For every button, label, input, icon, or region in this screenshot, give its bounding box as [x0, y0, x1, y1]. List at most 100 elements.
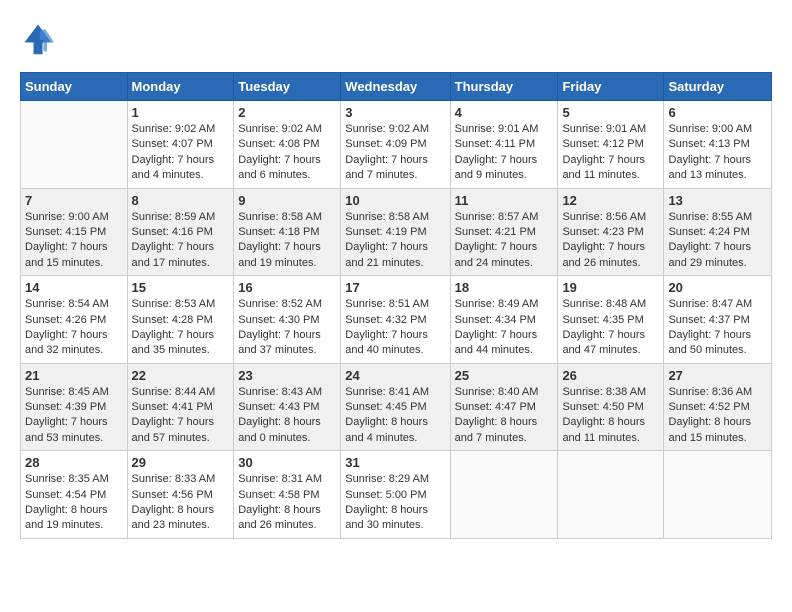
- day-detail: Sunrise: 9:02 AMSunset: 4:07 PMDaylight:…: [132, 122, 230, 184]
- calendar-cell: 15 Sunrise: 8:53 AMSunset: 4:28 PMDayligh…: [127, 276, 234, 364]
- day-detail: Sunrise: 8:35 AMSunset: 4:54 PMDaylight:…: [25, 472, 123, 534]
- calendar-cell: 3 Sunrise: 9:02 AMSunset: 4:09 PMDaylight…: [341, 101, 450, 189]
- day-number: 26: [562, 368, 659, 383]
- calendar-cell: 13 Sunrise: 8:55 AMSunset: 4:24 PMDayligh…: [664, 188, 772, 276]
- day-number: 20: [668, 280, 767, 295]
- calendar-cell: 26 Sunrise: 8:38 AMSunset: 4:50 PMDayligh…: [558, 363, 664, 451]
- day-detail: Sunrise: 8:51 AMSunset: 4:32 PMDaylight:…: [345, 297, 445, 359]
- day-detail: Sunrise: 8:40 AMSunset: 4:47 PMDaylight:…: [455, 385, 554, 447]
- day-number: 8: [132, 193, 230, 208]
- day-number: 6: [668, 105, 767, 120]
- day-number: 1: [132, 105, 230, 120]
- day-header-thursday: Thursday: [450, 73, 558, 101]
- logo-icon: [20, 20, 56, 56]
- day-number: 22: [132, 368, 230, 383]
- day-number: 28: [25, 455, 123, 470]
- calendar-cell: 2 Sunrise: 9:02 AMSunset: 4:08 PMDaylight…: [234, 101, 341, 189]
- day-number: 13: [668, 193, 767, 208]
- day-detail: Sunrise: 8:29 AMSunset: 5:00 PMDaylight:…: [345, 472, 445, 534]
- calendar-cell: 30Sunrise: 8:31 AMSunset: 4:58 PMDayligh…: [234, 451, 341, 539]
- calendar-cell: [450, 451, 558, 539]
- calendar-cell: 19 Sunrise: 8:48 AMSunset: 4:35 PMDayligh…: [558, 276, 664, 364]
- day-detail: Sunrise: 8:43 AMSunset: 4:43 PMDaylight:…: [238, 385, 336, 447]
- calendar-cell: 1 Sunrise: 9:02 AMSunset: 4:07 PMDaylight…: [127, 101, 234, 189]
- day-header-monday: Monday: [127, 73, 234, 101]
- day-detail: Sunrise: 9:00 AMSunset: 4:13 PMDaylight:…: [668, 122, 767, 184]
- calendar-cell: 24Sunrise: 8:41 AMSunset: 4:45 PMDayligh…: [341, 363, 450, 451]
- day-detail: Sunrise: 8:31 AMSunset: 4:58 PMDaylight:…: [238, 472, 336, 534]
- day-number: 4: [455, 105, 554, 120]
- day-number: 16: [238, 280, 336, 295]
- day-number: 14: [25, 280, 123, 295]
- day-number: 9: [238, 193, 336, 208]
- logo: [20, 20, 60, 56]
- day-detail: Sunrise: 8:58 AMSunset: 4:19 PMDaylight:…: [345, 210, 445, 272]
- calendar-cell: 16 Sunrise: 8:52 AMSunset: 4:30 PMDayligh…: [234, 276, 341, 364]
- calendar-cell: 14Sunrise: 8:54 AMSunset: 4:26 PMDayligh…: [21, 276, 128, 364]
- calendar-cell: 6 Sunrise: 9:00 AMSunset: 4:13 PMDaylight…: [664, 101, 772, 189]
- calendar-cell: [21, 101, 128, 189]
- day-number: 23: [238, 368, 336, 383]
- day-detail: Sunrise: 9:02 AMSunset: 4:08 PMDaylight:…: [238, 122, 336, 184]
- calendar-cell: 7Sunrise: 9:00 AMSunset: 4:15 PMDaylight…: [21, 188, 128, 276]
- day-detail: Sunrise: 9:02 AMSunset: 4:09 PMDaylight:…: [345, 122, 445, 184]
- header-row: SundayMondayTuesdayWednesdayThursdayFrid…: [21, 73, 772, 101]
- day-detail: Sunrise: 8:56 AMSunset: 4:23 PMDaylight:…: [562, 210, 659, 272]
- day-number: 3: [345, 105, 445, 120]
- day-number: 18: [455, 280, 554, 295]
- week-row-4: 21 Sunrise: 8:45 AMSunset: 4:39 PMDayligh…: [21, 363, 772, 451]
- calendar-cell: 28 Sunrise: 8:35 AMSunset: 4:54 PMDayligh…: [21, 451, 128, 539]
- day-number: 31: [345, 455, 445, 470]
- calendar-cell: 4 Sunrise: 9:01 AMSunset: 4:11 PMDaylight…: [450, 101, 558, 189]
- calendar-cell: 20 Sunrise: 8:47 AMSunset: 4:37 PMDayligh…: [664, 276, 772, 364]
- day-header-tuesday: Tuesday: [234, 73, 341, 101]
- day-detail: Sunrise: 8:55 AMSunset: 4:24 PMDaylight:…: [668, 210, 767, 272]
- day-number: 2: [238, 105, 336, 120]
- day-header-sunday: Sunday: [21, 73, 128, 101]
- calendar-cell: 29Sunrise: 8:33 AMSunset: 4:56 PMDayligh…: [127, 451, 234, 539]
- day-detail: Sunrise: 8:52 AMSunset: 4:30 PMDaylight:…: [238, 297, 336, 359]
- day-number: 11: [455, 193, 554, 208]
- day-detail: Sunrise: 8:53 AMSunset: 4:28 PMDaylight:…: [132, 297, 230, 359]
- calendar-cell: 31 Sunrise: 8:29 AMSunset: 5:00 PMDayligh…: [341, 451, 450, 539]
- day-detail: Sunrise: 8:47 AMSunset: 4:37 PMDaylight:…: [668, 297, 767, 359]
- calendar-cell: 18Sunrise: 8:49 AMSunset: 4:34 PMDayligh…: [450, 276, 558, 364]
- day-detail: Sunrise: 9:01 AMSunset: 4:11 PMDaylight:…: [455, 122, 554, 184]
- page-header: [20, 20, 772, 56]
- day-detail: Sunrise: 8:45 AMSunset: 4:39 PMDaylight:…: [25, 385, 123, 447]
- day-detail: Sunrise: 9:01 AMSunset: 4:12 PMDaylight:…: [562, 122, 659, 184]
- day-detail: Sunrise: 8:36 AMSunset: 4:52 PMDaylight:…: [668, 385, 767, 447]
- day-detail: Sunrise: 8:38 AMSunset: 4:50 PMDaylight:…: [562, 385, 659, 447]
- calendar-cell: 21 Sunrise: 8:45 AMSunset: 4:39 PMDayligh…: [21, 363, 128, 451]
- calendar-cell: 25 Sunrise: 8:40 AMSunset: 4:47 PMDayligh…: [450, 363, 558, 451]
- calendar-cell: 12 Sunrise: 8:56 AMSunset: 4:23 PMDayligh…: [558, 188, 664, 276]
- day-number: 27: [668, 368, 767, 383]
- calendar-cell: 11 Sunrise: 8:57 AMSunset: 4:21 PMDayligh…: [450, 188, 558, 276]
- day-number: 25: [455, 368, 554, 383]
- day-detail: Sunrise: 8:59 AMSunset: 4:16 PMDaylight:…: [132, 210, 230, 272]
- day-detail: Sunrise: 8:41 AMSunset: 4:45 PMDaylight:…: [345, 385, 445, 447]
- day-detail: Sunrise: 8:58 AMSunset: 4:18 PMDaylight:…: [238, 210, 336, 272]
- day-header-friday: Friday: [558, 73, 664, 101]
- calendar-cell: [664, 451, 772, 539]
- day-detail: Sunrise: 8:48 AMSunset: 4:35 PMDaylight:…: [562, 297, 659, 359]
- day-number: 19: [562, 280, 659, 295]
- day-number: 15: [132, 280, 230, 295]
- calendar-cell: 10 Sunrise: 8:58 AMSunset: 4:19 PMDayligh…: [341, 188, 450, 276]
- day-number: 17: [345, 280, 445, 295]
- day-header-wednesday: Wednesday: [341, 73, 450, 101]
- calendar-cell: 9 Sunrise: 8:58 AMSunset: 4:18 PMDaylight…: [234, 188, 341, 276]
- week-row-5: 28 Sunrise: 8:35 AMSunset: 4:54 PMDayligh…: [21, 451, 772, 539]
- day-number: 21: [25, 368, 123, 383]
- day-detail: Sunrise: 8:44 AMSunset: 4:41 PMDaylight:…: [132, 385, 230, 447]
- calendar-cell: 17 Sunrise: 8:51 AMSunset: 4:32 PMDayligh…: [341, 276, 450, 364]
- day-number: 10: [345, 193, 445, 208]
- day-detail: Sunrise: 8:57 AMSunset: 4:21 PMDaylight:…: [455, 210, 554, 272]
- calendar-cell: 27 Sunrise: 8:36 AMSunset: 4:52 PMDayligh…: [664, 363, 772, 451]
- week-row-3: 14Sunrise: 8:54 AMSunset: 4:26 PMDayligh…: [21, 276, 772, 364]
- day-number: 12: [562, 193, 659, 208]
- calendar-cell: 23 Sunrise: 8:43 AMSunset: 4:43 PMDayligh…: [234, 363, 341, 451]
- week-row-2: 7Sunrise: 9:00 AMSunset: 4:15 PMDaylight…: [21, 188, 772, 276]
- day-detail: Sunrise: 8:33 AMSunset: 4:56 PMDaylight:…: [132, 472, 230, 534]
- day-detail: Sunrise: 9:00 AMSunset: 4:15 PMDaylight:…: [25, 210, 123, 272]
